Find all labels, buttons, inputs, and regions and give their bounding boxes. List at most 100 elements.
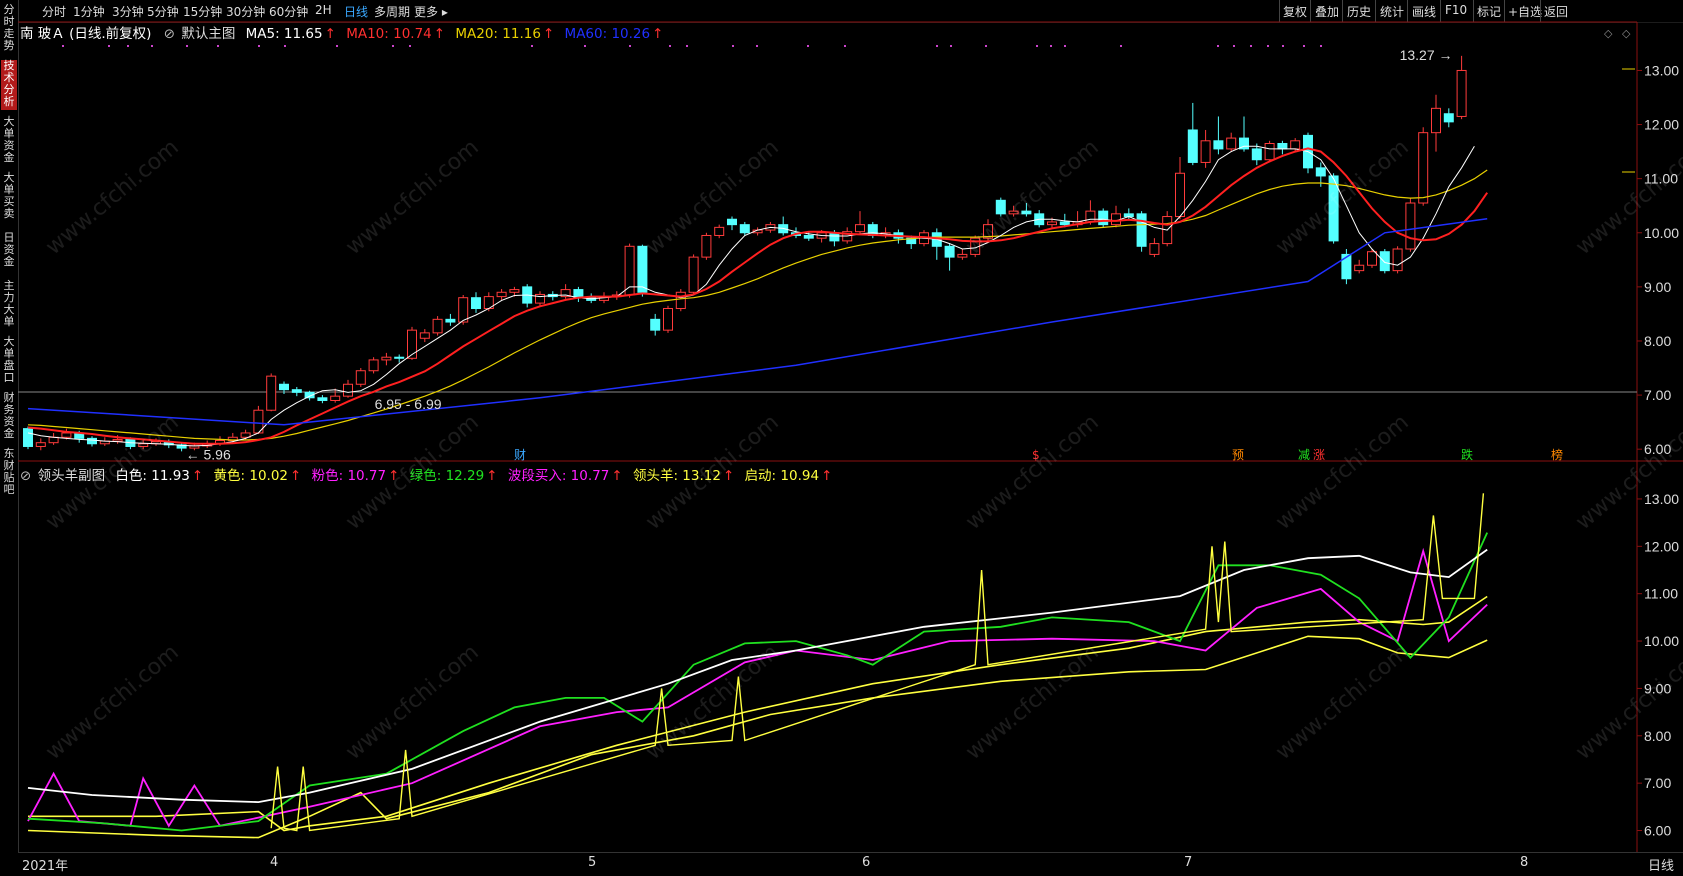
candle-up bbox=[1175, 172, 1185, 218]
candle-down bbox=[739, 224, 750, 234]
diamond-icon[interactable]: ◇ bbox=[1622, 27, 1631, 40]
main-y-tick-label: 10.00 bbox=[1644, 225, 1679, 241]
candle-up bbox=[1149, 243, 1160, 255]
signal-dot bbox=[62, 45, 64, 47]
diamond-icon[interactable]: ◇ bbox=[1604, 27, 1613, 40]
wave-buy-label: 波段买入: 10.77 bbox=[507, 468, 610, 484]
signal-dot bbox=[409, 45, 411, 47]
candle-up bbox=[1111, 213, 1121, 226]
sub-toggle-icon[interactable]: ⊘ bbox=[20, 468, 31, 484]
ma5-line bbox=[27, 145, 1475, 447]
candle-up bbox=[496, 291, 507, 298]
range-label: 6.95 - 6.99 bbox=[375, 396, 442, 412]
candle-down bbox=[87, 437, 97, 445]
candle-down bbox=[1251, 148, 1262, 161]
signal-dot bbox=[732, 45, 734, 47]
candle-up bbox=[266, 375, 277, 411]
x-axis-label: 6 bbox=[862, 855, 871, 870]
signal-dot bbox=[756, 45, 758, 47]
period-label[interactable]: 日线 bbox=[1648, 855, 1674, 874]
candle-up bbox=[1418, 132, 1429, 204]
candle-up bbox=[419, 332, 430, 339]
candle-up bbox=[1405, 202, 1416, 250]
candle-down bbox=[1098, 210, 1109, 226]
candle-up bbox=[1047, 221, 1057, 226]
signal-dot bbox=[531, 45, 533, 47]
candle-up bbox=[1290, 140, 1301, 150]
candle-down bbox=[471, 297, 481, 310]
signal-dot bbox=[686, 45, 688, 47]
signal-dot bbox=[985, 45, 987, 47]
pink-label: 粉色: 10.77 bbox=[311, 468, 387, 484]
signal-dot bbox=[1064, 45, 1066, 47]
candle-up bbox=[432, 318, 443, 334]
main-y-tick-label: 7.00 bbox=[1644, 387, 1671, 403]
candle-up bbox=[112, 438, 123, 442]
indicator-toggle-icon[interactable]: ⊘ bbox=[164, 26, 175, 42]
candle-up bbox=[61, 432, 72, 438]
main-y-tick-label: 13.00 bbox=[1644, 62, 1679, 78]
candle-up bbox=[855, 224, 865, 233]
candle-up bbox=[1367, 251, 1377, 266]
stock-title: 南 玻Ａ (日线.前复权) bbox=[20, 26, 152, 42]
ma10-label: MA10: 10.74 bbox=[346, 26, 432, 42]
signal-dot bbox=[1250, 45, 1252, 47]
event-marker-4[interactable]: 涨 bbox=[1313, 447, 1325, 462]
event-marker-6[interactable]: 榜 bbox=[1551, 447, 1563, 462]
candle-up bbox=[48, 436, 59, 444]
ma20-line bbox=[27, 169, 1488, 441]
candle-down bbox=[1187, 129, 1198, 163]
candle-down bbox=[637, 245, 648, 293]
chart-canvas[interactable]: 13.27 →← 5.966.95 - 6.99财 $ 预减涨跌榜◇ ◇13.0012… bbox=[0, 0, 1683, 875]
signal-dot bbox=[1282, 45, 1284, 47]
signal-dot bbox=[1267, 45, 1269, 47]
candle-down bbox=[394, 356, 405, 359]
x-axis-label: 5 bbox=[588, 855, 597, 870]
signal-dot bbox=[1217, 45, 1219, 47]
candle-up bbox=[355, 370, 366, 385]
start-label: 启动: 10.94 bbox=[744, 468, 820, 484]
candle-down bbox=[1277, 143, 1288, 150]
candle-up bbox=[1456, 69, 1467, 117]
signal-dot bbox=[284, 45, 286, 47]
signal-dot bbox=[127, 45, 129, 47]
signal-dot bbox=[186, 45, 188, 47]
signal-dot bbox=[584, 45, 586, 47]
candle-down bbox=[445, 318, 456, 323]
candle-up bbox=[343, 383, 353, 397]
event-marker-2[interactable]: 预 bbox=[1232, 448, 1244, 462]
candle-down bbox=[1443, 113, 1454, 123]
candle-down bbox=[1379, 251, 1390, 272]
event-marker-3[interactable]: 减 bbox=[1298, 448, 1310, 462]
candle-up bbox=[330, 395, 341, 401]
signal-dot bbox=[336, 45, 338, 47]
signal-dot bbox=[1050, 45, 1052, 47]
sub-y-tick-label: 8.00 bbox=[1644, 728, 1671, 744]
candle-up bbox=[509, 289, 520, 293]
main-indicator-name[interactable]: 默认主图 bbox=[181, 26, 235, 42]
sub-y-tick-label: 11.00 bbox=[1644, 586, 1678, 602]
candle-down bbox=[317, 397, 328, 401]
candle-up bbox=[381, 356, 392, 361]
event-marker-5[interactable]: 跌 bbox=[1461, 447, 1473, 462]
ma60-label: MA60: 10.26 bbox=[564, 26, 651, 42]
main-y-tick-label: 8.00 bbox=[1644, 333, 1671, 349]
sub-pink-line bbox=[27, 547, 1488, 828]
signal-dot bbox=[151, 45, 153, 47]
event-marker-0[interactable]: 财 bbox=[514, 448, 526, 462]
signal-dot bbox=[217, 45, 219, 47]
candle-up bbox=[35, 442, 46, 447]
low-price-label: ← 5.96 bbox=[186, 446, 231, 462]
candle-up bbox=[1431, 107, 1441, 134]
candle-down bbox=[1315, 167, 1326, 177]
signal-dot bbox=[669, 45, 671, 47]
candle-up bbox=[675, 291, 686, 310]
signal-dot bbox=[392, 45, 394, 47]
yellow-label: 黄色: 10.02 bbox=[213, 468, 289, 484]
sub-y-tick-label: 13.00 bbox=[1644, 491, 1679, 507]
sub-yellow-upper-line bbox=[28, 595, 1488, 832]
candle-up bbox=[458, 297, 469, 323]
signal-dot bbox=[258, 45, 260, 47]
signal-dot bbox=[1120, 45, 1122, 47]
sub-y-tick-label: 12.00 bbox=[1644, 538, 1679, 554]
